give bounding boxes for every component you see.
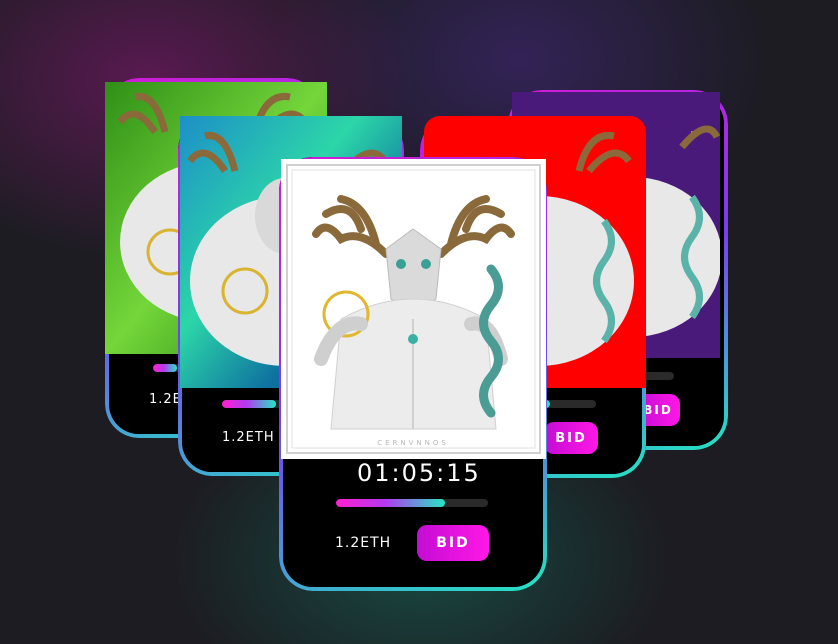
bid-progress-fill (336, 499, 446, 507)
featured-nft-card: CERNVNNOS 01:05:15 1.2ETH BID (279, 157, 547, 591)
bid-button[interactable]: BID (544, 422, 598, 454)
bid-progress-fill (222, 400, 276, 408)
auction-timer: 01:05:15 (357, 459, 481, 487)
featured-nft-artwork[interactable]: CERNVNNOS (281, 159, 546, 459)
bid-progress-fill (153, 364, 177, 372)
price-label: 1.2ETH (222, 430, 275, 445)
price-label: 1.2ETH (335, 535, 392, 551)
bid-button[interactable]: BID (417, 525, 489, 561)
artwork-caption: CERNVNNOS (377, 439, 449, 447)
bid-progress (336, 499, 488, 507)
